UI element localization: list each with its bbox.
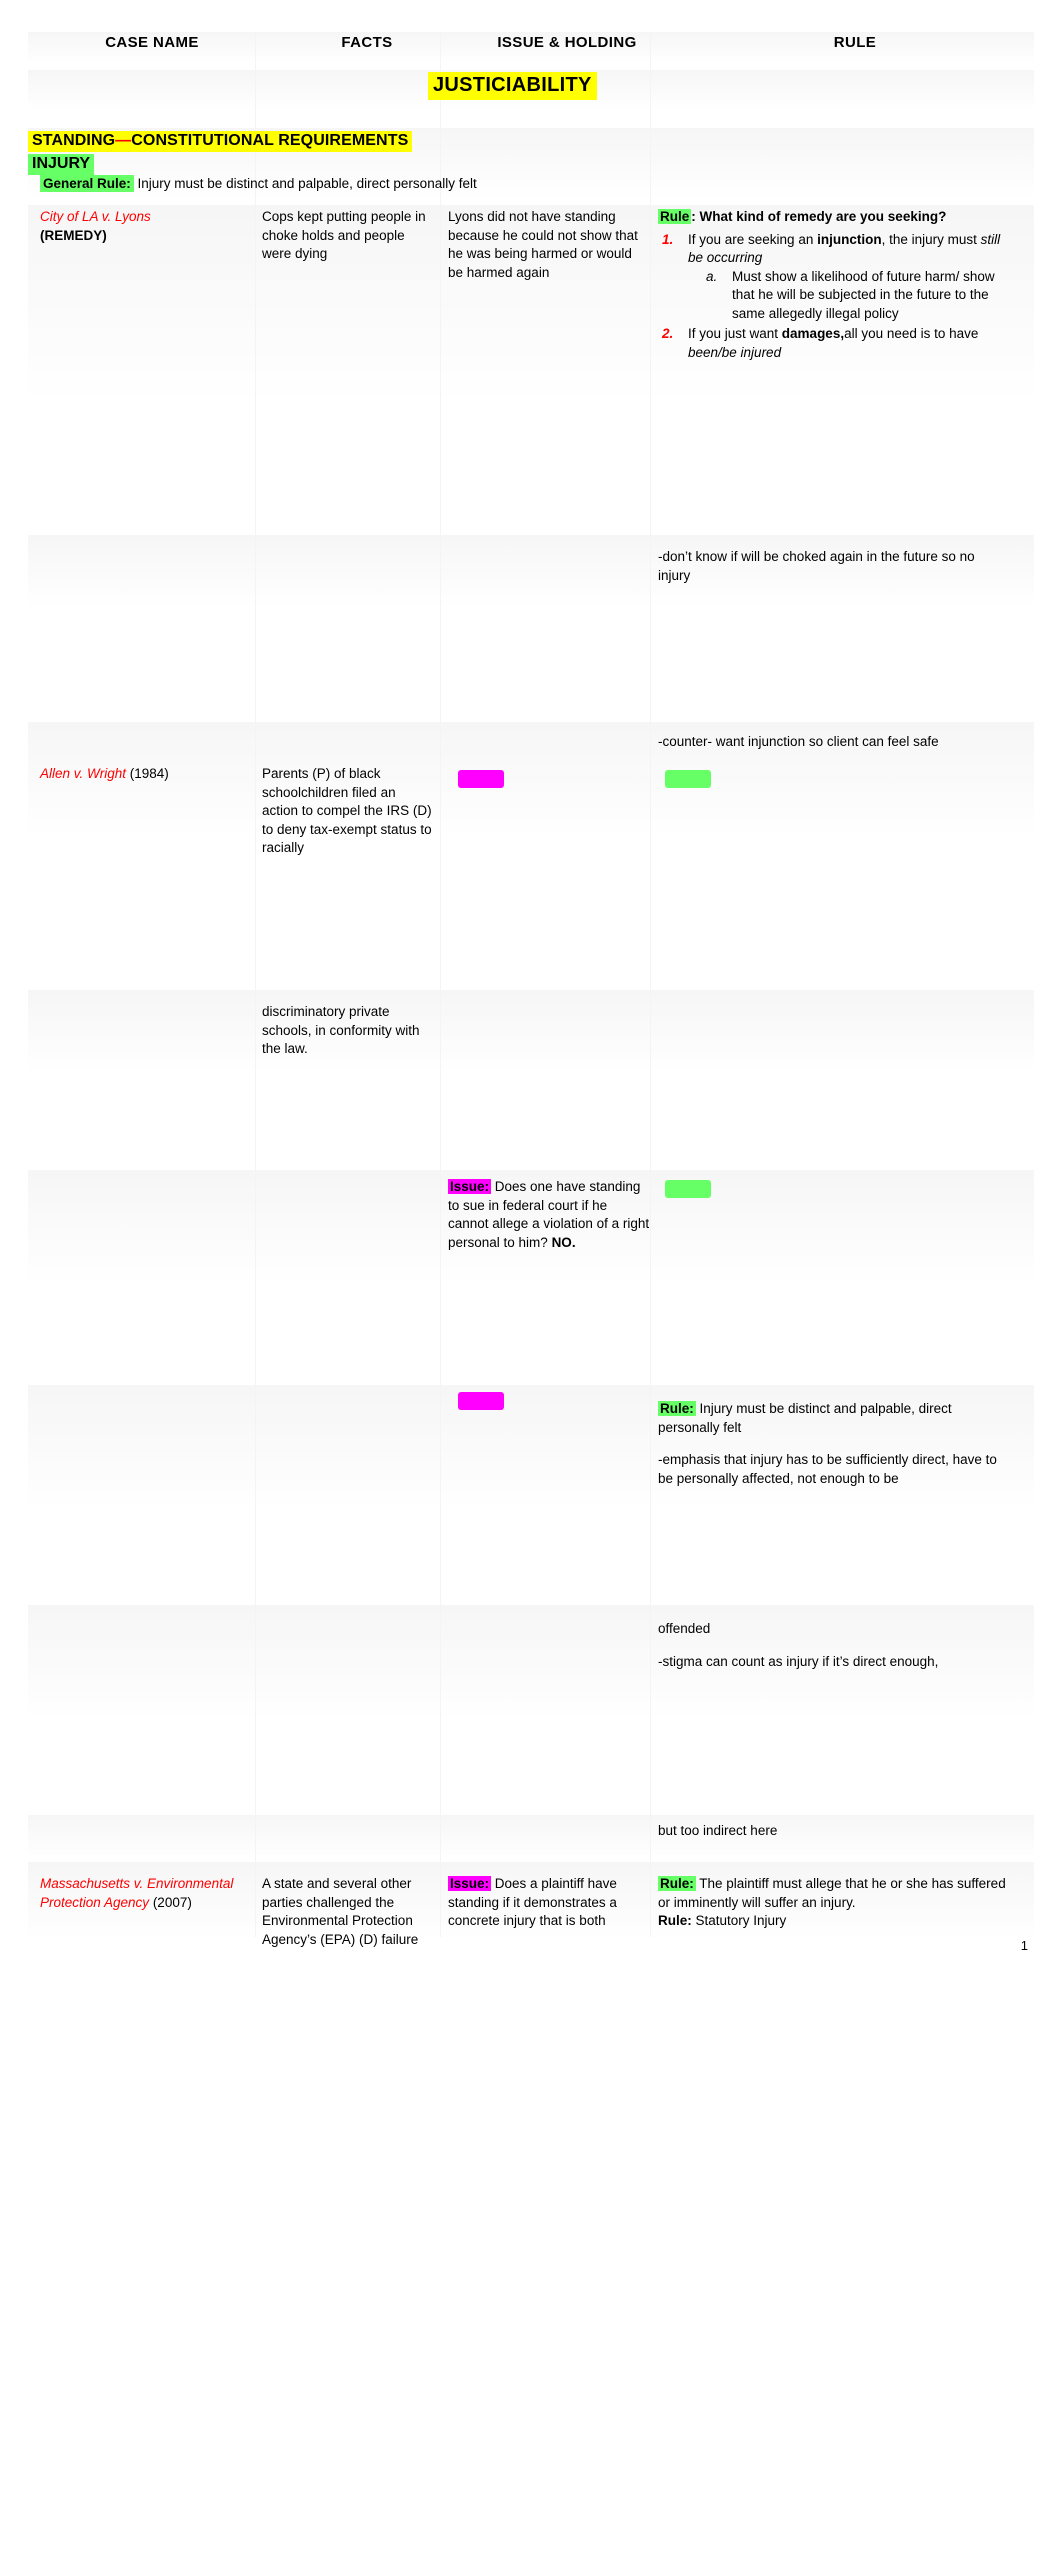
column-divider-3 (650, 32, 651, 1937)
table-row-facts-allen-part2: discriminatory private schools, in confo… (262, 1004, 420, 1056)
highlight-magenta-allen-rule (458, 1392, 504, 1410)
note-stigma-allen: -stigma can count as injury if it’s dire… (658, 1653, 939, 1669)
page-title: JUSTICIABILITY (428, 72, 597, 100)
table-row-facts-lyons: Cops kept putting people in choke holds … (262, 209, 426, 261)
rule-text-allen: Injury must be distinct and palpable, di… (658, 1401, 952, 1435)
rule-item2-damages: damages, (781, 326, 845, 341)
column-header-case-name: CASE NAME (105, 34, 199, 51)
section-subheading-injury: INJURY (28, 154, 95, 175)
column-header-rule: RULE (833, 34, 877, 51)
table-row-facts-mass: A state and several other parties challe… (262, 1876, 419, 1947)
highlight-green-allen (665, 770, 711, 788)
table-row-case-name-mass: Massachusetts v. Environmental Protectio… (40, 1875, 272, 1912)
row2b-shading (28, 990, 1034, 1070)
case-name-lyons: City of LA v. Lyons (40, 209, 151, 224)
column-divider-1 (255, 32, 256, 1937)
table-row-issue-mass: Issue: Does a plaintiff have standing if… (448, 1875, 650, 1931)
rule-item2-text-d: been/be injured (688, 344, 782, 360)
note-offended-allen: offended (658, 1621, 711, 1636)
page-number: 1 (1020, 1938, 1028, 1953)
note-emphasis-allen: -emphasis that injury has to be sufficie… (658, 1452, 997, 1486)
section-heading-block: STANDING—CONSTITUTIONAL REQUIREMENTS INJ… (28, 131, 1034, 175)
rule-item1-injunction: injunction (817, 231, 882, 247)
table-row-case-name-lyons: City of LA v. Lyons (REMEDY) (40, 208, 272, 245)
table-row-issue-allen: Issue: Does one have standing to sue in … (448, 1178, 650, 1252)
rule-label-mass: Rule: (658, 1876, 696, 1891)
column-divider-2 (440, 32, 441, 1937)
general-rule-text: Injury must be distinct and palpable, di… (133, 176, 477, 191)
table-row-case-name-allen: Allen v. Wright (1984) (40, 765, 272, 784)
table-row-rule-lyons: Rule: What kind of remedy are you seekin… (658, 208, 1010, 364)
rule-label2-mass: Rule: (658, 1913, 692, 1928)
case-year-mass: (2007) (149, 1894, 192, 1910)
issue-holding-allen: NO. (551, 1234, 576, 1250)
general-rule-line: General Rule: Injury must be distinct an… (40, 175, 1000, 193)
section-heading-standing: STANDING—CONSTITUTIONAL REQUIREMENTS (28, 131, 413, 152)
table-row-rule-mass: Rule: The plaintiff must allege that he … (658, 1875, 1010, 1931)
rule-list-item-2: If you just want damages,all you need is… (662, 325, 1010, 362)
rule-sublist-item-a: Must show a likelihood of future harm/ s… (706, 268, 995, 321)
rule-item1-text-a: If you are seeking an (688, 231, 818, 247)
issue-label-allen: Issue: (448, 1179, 492, 1194)
table-column-headers: CASE NAME FACTS ISSUE & HOLDING RULE (28, 32, 1034, 62)
rule-item1-text-c: , the injury must (881, 231, 981, 247)
section-heading-dash: — (115, 132, 132, 149)
rule-item2-text-c: all you need is to have (844, 326, 979, 341)
title-row: JUSTICIABILITY (28, 70, 1034, 108)
section-heading-part1: STANDING (32, 132, 116, 149)
table-row-rule-allen-cont: offended -stigma can count as injury if … (658, 1620, 1010, 1671)
note-choked-lyons: -don’t know if will be choked again in t… (658, 549, 975, 583)
column-header-facts: FACTS (341, 34, 393, 51)
rule-list-item-1: If you are seeking an injunction, the in… (662, 231, 1010, 324)
case-name-lyons-sub: (REMEDY) (40, 227, 107, 243)
rule-text-mass: The plaintiff must allege that he or she… (658, 1876, 1006, 1910)
table-row-rule-allen: Rule: Injury must be distinct and palpab… (658, 1400, 1010, 1488)
table-row-issue-lyons: Lyons did not have standing because he c… (448, 209, 638, 280)
case-name-mass: Massachusetts v. Environmental Protectio… (40, 1876, 234, 1910)
highlight-green-allen-issue (665, 1180, 711, 1198)
section-heading-part2: CONSTITUTIONAL REQUIREMENTS (131, 132, 409, 149)
general-rule-label: General Rule: (40, 175, 134, 192)
rule-text2-mass: Statutory Injury (691, 1913, 787, 1928)
issue-label-mass: Issue: (448, 1876, 492, 1891)
note-counter-lyons: -counter- want injunction so client can … (658, 734, 939, 749)
table-row-facts-allen-part1: Parents (P) of black schoolchildren file… (262, 766, 432, 855)
case-year-allen: (1984) (126, 766, 169, 781)
rule-question-lyons: : What kind of remedy are you seeking? (691, 209, 947, 224)
document-page: CASE NAME FACTS ISSUE & HOLDING RULE JUS… (0, 0, 1062, 2549)
rule-sublist-lyons: Must show a likelihood of future harm/ s… (688, 268, 1010, 324)
rule-item2-text-a: If you just want (688, 326, 782, 341)
highlight-magenta-allen (458, 770, 504, 788)
column-header-issue-holding: ISSUE & HOLDING (497, 34, 637, 51)
note-indirect-allen: but too indirect here (658, 1823, 778, 1838)
case-name-allen: Allen v. Wright (40, 766, 127, 781)
rule-label-lyons: Rule (658, 209, 692, 224)
rule-label-allen: Rule: (658, 1401, 696, 1416)
rule-list-lyons: If you are seeking an injunction, the in… (658, 231, 1010, 363)
